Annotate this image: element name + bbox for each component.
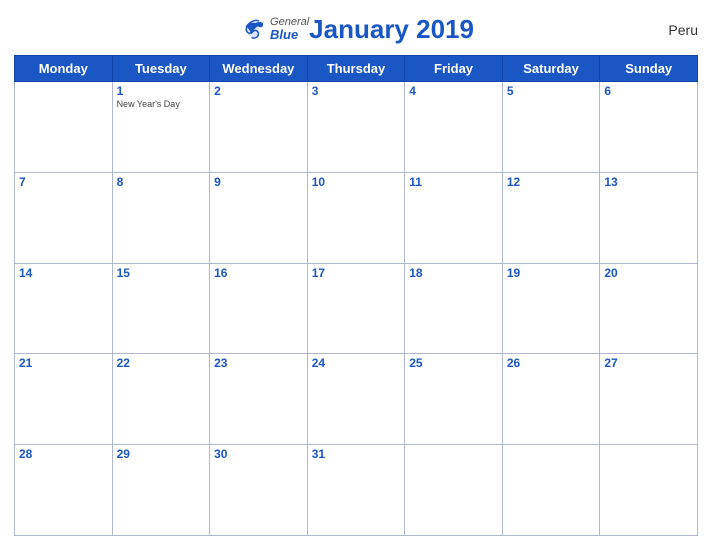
day-number: 22 — [117, 356, 206, 370]
day-number: 19 — [507, 266, 596, 280]
calendar-cell: 20 — [600, 263, 698, 354]
day-number: 10 — [312, 175, 401, 189]
day-number: 4 — [409, 84, 498, 98]
calendar-cell: 14 — [15, 263, 113, 354]
calendar-cell — [502, 445, 600, 536]
calendar-cell: 16 — [210, 263, 308, 354]
day-number: 25 — [409, 356, 498, 370]
logo: General Blue — [238, 15, 309, 45]
day-number: 11 — [409, 175, 498, 189]
day-number: 1 — [117, 84, 206, 98]
calendar-week-row: 1New Year's Day 23456 — [15, 82, 698, 173]
calendar-cell: 6 — [600, 82, 698, 173]
calendar-cell: 12 — [502, 172, 600, 263]
calendar-cell: 26 — [502, 354, 600, 445]
day-number: 13 — [604, 175, 693, 189]
calendar-week-row: 28 29 30 31 — [15, 445, 698, 536]
month-title: January 2019 — [309, 14, 474, 45]
calendar-header: General Blue January 2019 Peru — [14, 10, 698, 49]
day-number: 23 — [214, 356, 303, 370]
calendar-cell: 3 — [307, 82, 405, 173]
calendar-cell: 21 — [15, 354, 113, 445]
weekday-header: Friday — [405, 56, 503, 82]
calendar-cell: 18 — [405, 263, 503, 354]
calendar-cell: 28 — [15, 445, 113, 536]
calendar-cell: 23 — [210, 354, 308, 445]
day-number: 28 — [19, 447, 108, 461]
day-number: 30 — [214, 447, 303, 461]
day-number: 5 — [507, 84, 596, 98]
calendar-week-row: 789 10 11 12 13 — [15, 172, 698, 263]
day-number: 29 — [117, 447, 206, 461]
calendar-cell: 31 — [307, 445, 405, 536]
calendar-cell: 1New Year's Day — [112, 82, 210, 173]
calendar-cell: 7 — [15, 172, 113, 263]
calendar-cell — [405, 445, 503, 536]
calendar-week-row: 14 15 16 17 18 19 20 — [15, 263, 698, 354]
calendar-header-row: MondayTuesdayWednesdayThursdayFridaySatu… — [15, 56, 698, 82]
logo-blue: Blue — [270, 28, 309, 42]
calendar-week-row: 21 22 23 24 25 26 27 — [15, 354, 698, 445]
calendar-cell: 13 — [600, 172, 698, 263]
day-number: 18 — [409, 266, 498, 280]
day-number: 2 — [214, 84, 303, 98]
day-number: 16 — [214, 266, 303, 280]
calendar-cell: 30 — [210, 445, 308, 536]
day-number: 6 — [604, 84, 693, 98]
calendar-cell: 2 — [210, 82, 308, 173]
day-number: 27 — [604, 356, 693, 370]
calendar-cell — [15, 82, 113, 173]
calendar-cell — [600, 445, 698, 536]
calendar-cell: 4 — [405, 82, 503, 173]
day-number: 3 — [312, 84, 401, 98]
calendar-cell: 19 — [502, 263, 600, 354]
weekday-header: Saturday — [502, 56, 600, 82]
day-number: 24 — [312, 356, 401, 370]
calendar-cell: 5 — [502, 82, 600, 173]
weekday-header: Thursday — [307, 56, 405, 82]
calendar-cell: 8 — [112, 172, 210, 263]
holiday-label: New Year's Day — [117, 99, 206, 110]
weekday-header: Wednesday — [210, 56, 308, 82]
weekday-header: Tuesday — [112, 56, 210, 82]
day-number: 17 — [312, 266, 401, 280]
calendar-cell: 17 — [307, 263, 405, 354]
day-number: 14 — [19, 266, 108, 280]
day-number: 26 — [507, 356, 596, 370]
calendar-table: MondayTuesdayWednesdayThursdayFridaySatu… — [14, 55, 698, 536]
calendar-cell: 29 — [112, 445, 210, 536]
calendar-cell: 15 — [112, 263, 210, 354]
logo-icon — [238, 15, 268, 45]
day-number: 15 — [117, 266, 206, 280]
calendar-cell: 9 — [210, 172, 308, 263]
calendar-cell: 27 — [600, 354, 698, 445]
day-number: 21 — [19, 356, 108, 370]
logo-text: General Blue — [270, 16, 309, 42]
calendar-cell: 22 — [112, 354, 210, 445]
country-label: Peru — [668, 22, 698, 38]
day-number: 7 — [19, 175, 108, 189]
calendar-cell: 25 — [405, 354, 503, 445]
weekday-header: Monday — [15, 56, 113, 82]
day-number: 12 — [507, 175, 596, 189]
weekday-header: Sunday — [600, 56, 698, 82]
day-number: 9 — [214, 175, 303, 189]
calendar-cell: 10 — [307, 172, 405, 263]
calendar-cell: 24 — [307, 354, 405, 445]
day-number: 31 — [312, 447, 401, 461]
day-number: 8 — [117, 175, 206, 189]
calendar-cell: 11 — [405, 172, 503, 263]
day-number: 20 — [604, 266, 693, 280]
